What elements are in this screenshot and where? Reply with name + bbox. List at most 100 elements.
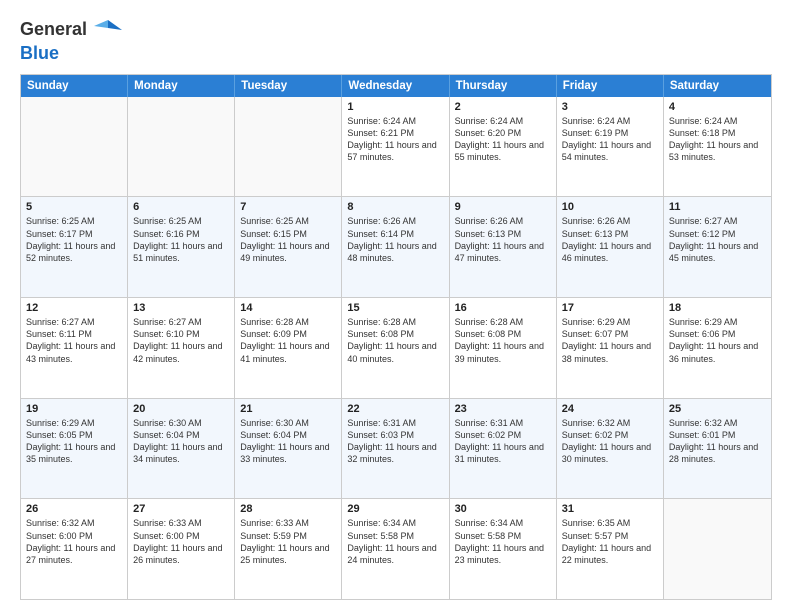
calendar-empty-cell <box>21 97 128 197</box>
day-number: 20 <box>133 403 229 415</box>
calendar-empty-cell <box>664 499 771 599</box>
calendar-day-25: 25 Sunrise: 6:32 AMSunset: 6:01 PMDayligh… <box>664 399 771 499</box>
day-number: 17 <box>562 302 658 314</box>
day-info: Sunrise: 6:34 AMSunset: 5:58 PMDaylight:… <box>455 517 551 566</box>
logo-general: General <box>20 19 87 39</box>
day-number: 23 <box>455 403 551 415</box>
day-number: 8 <box>347 201 443 213</box>
day-info: Sunrise: 6:27 AMSunset: 6:10 PMDaylight:… <box>133 316 229 365</box>
day-info: Sunrise: 6:26 AMSunset: 6:14 PMDaylight:… <box>347 215 443 264</box>
calendar-row-5: 26Sunrise: 6:32 AMSunset: 6:00 PMDayligh… <box>21 498 771 599</box>
day-info: Sunrise: 6:30 AMSunset: 6:04 PMDaylight:… <box>240 417 336 466</box>
day-info: Sunrise: 6:35 AMSunset: 5:57 PMDaylight:… <box>562 517 658 566</box>
day-number: 2 <box>455 101 551 113</box>
day-number: 10 <box>562 201 658 213</box>
weekday-header-thursday: Thursday <box>450 75 557 97</box>
calendar-body: 1 Sunrise: 6:24 AMSunset: 6:21 PMDaylight… <box>21 97 771 599</box>
day-number: 11 <box>669 201 766 213</box>
weekday-header-monday: Monday <box>128 75 235 97</box>
day-info: Sunrise: 6:31 AMSunset: 6:02 PMDaylight:… <box>455 417 551 466</box>
calendar-day-11: 11 Sunrise: 6:27 AMSunset: 6:12 PMDayligh… <box>664 197 771 297</box>
day-number: 5 <box>26 201 122 213</box>
calendar-day-9: 9 Sunrise: 6:26 AMSunset: 6:13 PMDaylight… <box>450 197 557 297</box>
day-info: Sunrise: 6:24 AMSunset: 6:21 PMDaylight:… <box>347 115 443 164</box>
day-info: Sunrise: 6:30 AMSunset: 6:04 PMDaylight:… <box>133 417 229 466</box>
calendar-row-1: 1 Sunrise: 6:24 AMSunset: 6:21 PMDaylight… <box>21 97 771 197</box>
day-number: 30 <box>455 503 551 515</box>
day-number: 1 <box>347 101 443 113</box>
weekday-header-friday: Friday <box>557 75 664 97</box>
day-number: 19 <box>26 403 122 415</box>
calendar-day-16: 16Sunrise: 6:28 AMSunset: 6:08 PMDayligh… <box>450 298 557 398</box>
weekday-header-sunday: Sunday <box>21 75 128 97</box>
calendar-day-31: 31 Sunrise: 6:35 AMSunset: 5:57 PMDayligh… <box>557 499 664 599</box>
calendar-day-5: 5Sunrise: 6:25 AMSunset: 6:17 PMDaylight… <box>21 197 128 297</box>
calendar-day-24: 24 Sunrise: 6:32 AMSunset: 6:02 PMDayligh… <box>557 399 664 499</box>
calendar-day-22: 22 Sunrise: 6:31 AMSunset: 6:03 PMDayligh… <box>342 399 449 499</box>
calendar-row-3: 12 Sunrise: 6:27 AMSunset: 6:11 PMDayligh… <box>21 297 771 398</box>
day-info: Sunrise: 6:29 AMSunset: 6:06 PMDaylight:… <box>669 316 766 365</box>
day-number: 12 <box>26 302 122 314</box>
day-info: Sunrise: 6:31 AMSunset: 6:03 PMDaylight:… <box>347 417 443 466</box>
calendar-day-21: 21 Sunrise: 6:30 AMSunset: 6:04 PMDayligh… <box>235 399 342 499</box>
calendar-day-28: 28 Sunrise: 6:33 AMSunset: 5:59 PMDayligh… <box>235 499 342 599</box>
day-number: 3 <box>562 101 658 113</box>
calendar-day-15: 15 Sunrise: 6:28 AMSunset: 6:08 PMDayligh… <box>342 298 449 398</box>
calendar-day-7: 7 Sunrise: 6:25 AMSunset: 6:15 PMDaylight… <box>235 197 342 297</box>
day-info: Sunrise: 6:27 AMSunset: 6:12 PMDaylight:… <box>669 215 766 264</box>
day-info: Sunrise: 6:24 AMSunset: 6:20 PMDaylight:… <box>455 115 551 164</box>
calendar-row-4: 19 Sunrise: 6:29 AMSunset: 6:05 PMDayligh… <box>21 398 771 499</box>
day-number: 21 <box>240 403 336 415</box>
day-number: 6 <box>133 201 229 213</box>
calendar-day-13: 13 Sunrise: 6:27 AMSunset: 6:10 PMDayligh… <box>128 298 235 398</box>
day-info: Sunrise: 6:32 AMSunset: 6:01 PMDaylight:… <box>669 417 766 466</box>
day-info: Sunrise: 6:28 AMSunset: 6:08 PMDaylight:… <box>455 316 551 365</box>
day-number: 22 <box>347 403 443 415</box>
day-info: Sunrise: 6:25 AMSunset: 6:15 PMDaylight:… <box>240 215 336 264</box>
calendar: SundayMondayTuesdayWednesdayThursdayFrid… <box>20 74 772 600</box>
day-info: Sunrise: 6:28 AMSunset: 6:08 PMDaylight:… <box>347 316 443 365</box>
day-info: Sunrise: 6:24 AMSunset: 6:18 PMDaylight:… <box>669 115 766 164</box>
day-number: 29 <box>347 503 443 515</box>
day-number: 25 <box>669 403 766 415</box>
day-info: Sunrise: 6:33 AMSunset: 5:59 PMDaylight:… <box>240 517 336 566</box>
day-number: 28 <box>240 503 336 515</box>
weekday-header-saturday: Saturday <box>664 75 771 97</box>
weekday-header-tuesday: Tuesday <box>235 75 342 97</box>
day-number: 14 <box>240 302 336 314</box>
day-number: 24 <box>562 403 658 415</box>
day-number: 9 <box>455 201 551 213</box>
calendar-day-23: 23 Sunrise: 6:31 AMSunset: 6:02 PMDayligh… <box>450 399 557 499</box>
day-number: 15 <box>347 302 443 314</box>
calendar-day-6: 6 Sunrise: 6:25 AMSunset: 6:16 PMDaylight… <box>128 197 235 297</box>
day-number: 31 <box>562 503 658 515</box>
calendar-day-18: 18Sunrise: 6:29 AMSunset: 6:06 PMDayligh… <box>664 298 771 398</box>
logo-bird-icon <box>94 16 122 44</box>
calendar-day-4: 4Sunrise: 6:24 AMSunset: 6:18 PMDaylight… <box>664 97 771 197</box>
day-info: Sunrise: 6:29 AMSunset: 6:05 PMDaylight:… <box>26 417 122 466</box>
calendar-day-17: 17 Sunrise: 6:29 AMSunset: 6:07 PMDayligh… <box>557 298 664 398</box>
calendar-day-29: 29Sunrise: 6:34 AMSunset: 5:58 PMDayligh… <box>342 499 449 599</box>
calendar-day-20: 20 Sunrise: 6:30 AMSunset: 6:04 PMDayligh… <box>128 399 235 499</box>
calendar-day-14: 14 Sunrise: 6:28 AMSunset: 6:09 PMDayligh… <box>235 298 342 398</box>
calendar-day-1: 1 Sunrise: 6:24 AMSunset: 6:21 PMDaylight… <box>342 97 449 197</box>
day-info: Sunrise: 6:25 AMSunset: 6:16 PMDaylight:… <box>133 215 229 264</box>
calendar-day-10: 10Sunrise: 6:26 AMSunset: 6:13 PMDayligh… <box>557 197 664 297</box>
calendar-day-30: 30 Sunrise: 6:34 AMSunset: 5:58 PMDayligh… <box>450 499 557 599</box>
logo-blue: Blue <box>20 44 122 64</box>
calendar-day-2: 2 Sunrise: 6:24 AMSunset: 6:20 PMDaylight… <box>450 97 557 197</box>
day-info: Sunrise: 6:27 AMSunset: 6:11 PMDaylight:… <box>26 316 122 365</box>
calendar-day-8: 8 Sunrise: 6:26 AMSunset: 6:14 PMDaylight… <box>342 197 449 297</box>
day-info: Sunrise: 6:32 AMSunset: 6:00 PMDaylight:… <box>26 517 122 566</box>
day-number: 13 <box>133 302 229 314</box>
day-info: Sunrise: 6:28 AMSunset: 6:09 PMDaylight:… <box>240 316 336 365</box>
day-info: Sunrise: 6:29 AMSunset: 6:07 PMDaylight:… <box>562 316 658 365</box>
day-info: Sunrise: 6:24 AMSunset: 6:19 PMDaylight:… <box>562 115 658 164</box>
calendar-day-3: 3 Sunrise: 6:24 AMSunset: 6:19 PMDaylight… <box>557 97 664 197</box>
day-info: Sunrise: 6:26 AMSunset: 6:13 PMDaylight:… <box>455 215 551 264</box>
weekday-header-wednesday: Wednesday <box>342 75 449 97</box>
day-info: Sunrise: 6:33 AMSunset: 6:00 PMDaylight:… <box>133 517 229 566</box>
day-info: Sunrise: 6:32 AMSunset: 6:02 PMDaylight:… <box>562 417 658 466</box>
calendar-empty-cell <box>235 97 342 197</box>
day-number: 7 <box>240 201 336 213</box>
